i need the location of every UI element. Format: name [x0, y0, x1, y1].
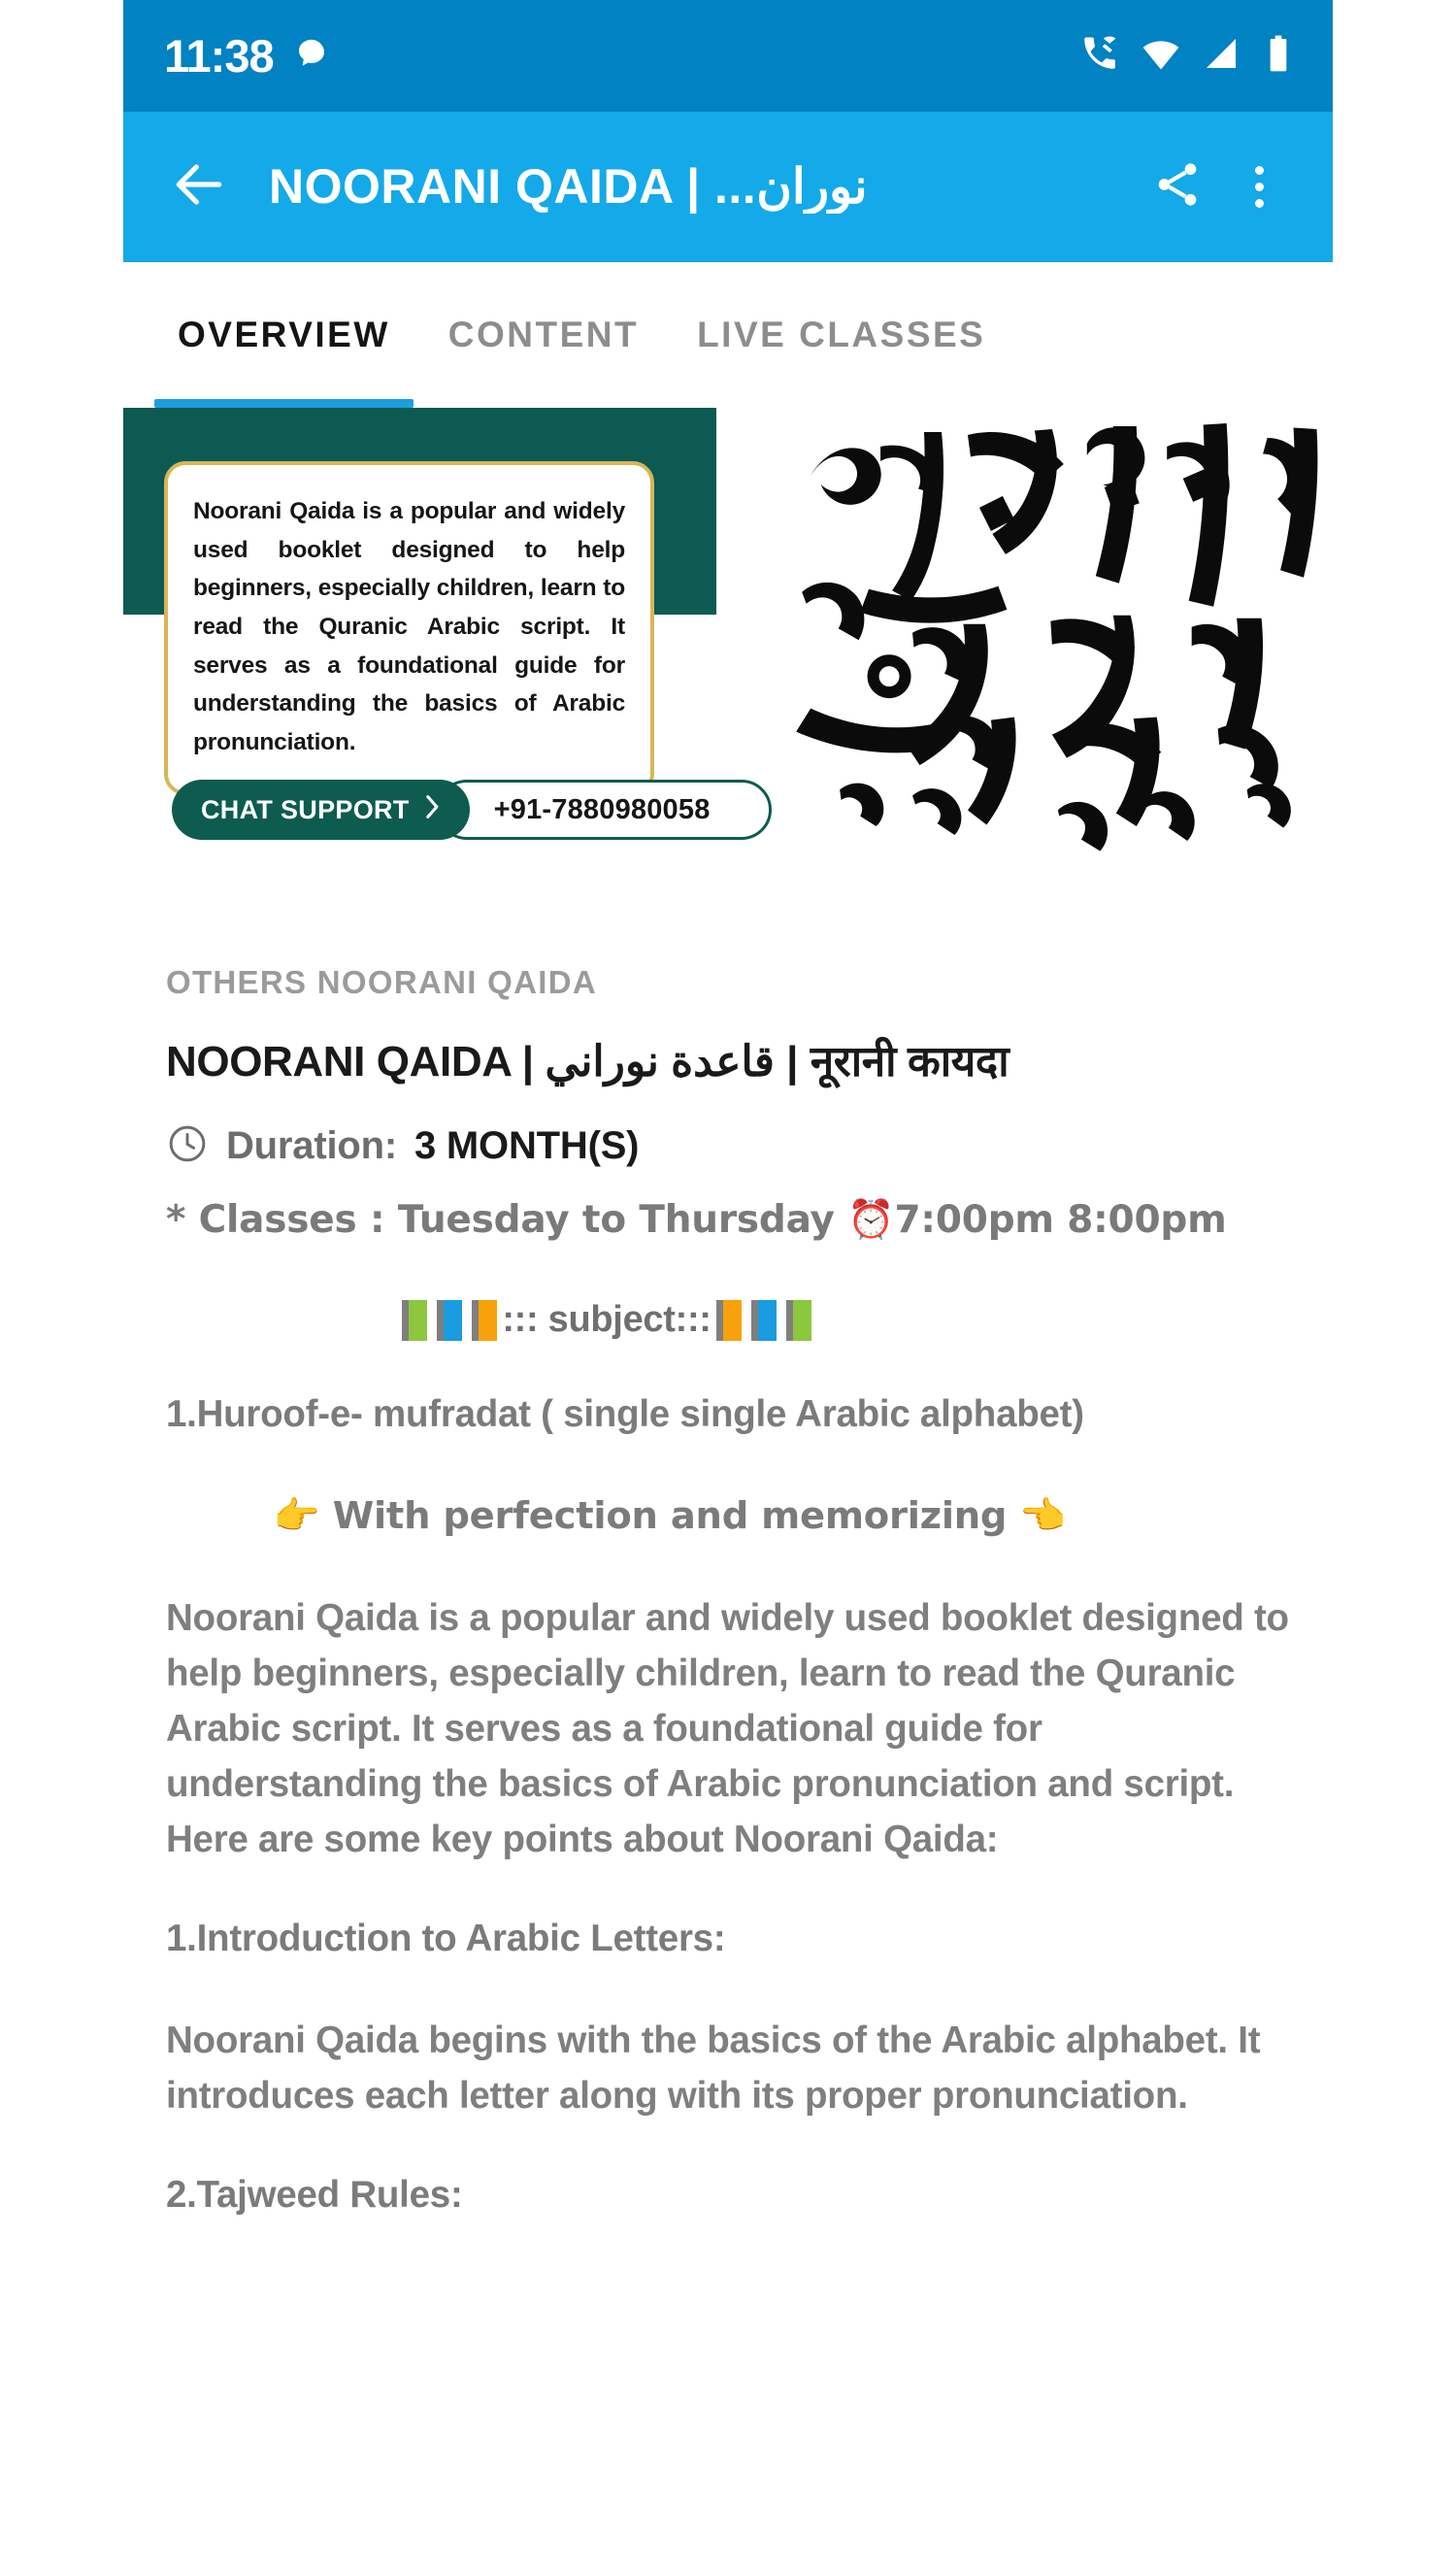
tab-overview-label: OVERVIEW: [178, 315, 390, 354]
back-button[interactable]: [152, 141, 246, 234]
tab-overview[interactable]: OVERVIEW: [149, 262, 419, 408]
course-title: NOORANI QAIDA | قاعدة نوراني | नूरानी का…: [166, 1038, 1009, 1085]
chat-support-button[interactable]: CHAT SUPPORT: [172, 780, 470, 840]
vowifi-call-icon: [1079, 33, 1120, 79]
course-duration: Duration: 3 MONTH(S): [166, 1122, 1290, 1170]
status-bar-clock: 11:38: [164, 30, 275, 82]
duration-label: Duration:: [226, 1123, 397, 1167]
status-bar: 11:38: [123, 0, 1333, 112]
clock-icon: [166, 1122, 209, 1170]
more-vertical-icon: [1254, 166, 1264, 208]
book-icon-blue: [437, 1299, 463, 1341]
book-icon-blue-2: [750, 1299, 777, 1341]
back-arrow-icon: [169, 154, 229, 219]
chat-support-row[interactable]: CHAT SUPPORT +91-7880980058: [172, 780, 772, 840]
class-schedule: * Classes : Tuesday to Thursday ⏰7:00pm …: [166, 1197, 1227, 1242]
chat-bubble-icon: [295, 37, 328, 75]
cellular-signal-icon: [1202, 34, 1241, 78]
status-bar-left: 11:38: [164, 33, 328, 79]
tab-content-label: CONTENT: [447, 315, 640, 354]
chevron-right-icon: [423, 794, 443, 826]
course-banner[interactable]: Noorani Qaida is a popular and widely us…: [123, 408, 1333, 908]
tab-live-classes[interactable]: LIVE CLASSES: [668, 262, 1014, 408]
status-bar-right: [1079, 33, 1296, 79]
section-2-heading: 2.Tajweed Rules:: [166, 2174, 463, 2217]
course-category: OTHERS NOORANI QAIDA: [166, 964, 598, 1000]
tab-bar: OVERVIEW CONTENT LIVE CLASSES: [123, 262, 1333, 408]
book-icon-green: [402, 1299, 428, 1341]
duration-value: 3 MONTH(S): [414, 1123, 640, 1167]
section-1-heading: 1.Introduction to Arabic Letters:: [166, 1918, 726, 1960]
book-icon-orange: [472, 1299, 498, 1341]
overview-content: OTHERS NOORANI QAIDA NOORANI QAIDA | قاع…: [123, 964, 1333, 2224]
chat-support-label: CHAT SUPPORT: [201, 794, 410, 824]
subject-heading-label: ::: subject:::: [502, 1299, 711, 1341]
tab-content[interactable]: CONTENT: [419, 262, 668, 408]
wifi-icon: [1141, 33, 1181, 79]
banner-description-text: Noorani Qaida is a popular and widely us…: [193, 498, 625, 756]
subject-heading-row: ::: subject:::: [166, 1299, 1290, 1341]
app-bar: NOORANI QAIDA | ...نوران: [123, 112, 1333, 262]
book-icon-orange-2: [715, 1299, 742, 1341]
section-1-body: Noorani Qaida begins with the basics of …: [166, 2020, 1261, 2118]
course-point-1: 1.Huroof-e- mufradat ( single single Ara…: [166, 1393, 1084, 1436]
banner-description-card: Noorani Qaida is a popular and widely us…: [164, 461, 654, 795]
chat-support-phone[interactable]: +91-7880980058: [436, 780, 772, 840]
tab-live-classes-label: LIVE CLASSES: [697, 315, 986, 354]
share-button[interactable]: [1137, 147, 1218, 228]
perfection-note: 👉 With perfection and memorizing 👈: [273, 1494, 1067, 1539]
page-title: NOORANI QAIDA | ...نوران: [269, 160, 868, 214]
banner-calligraphy-area: [715, 408, 1333, 908]
arabic-calligraphy-art: [796, 423, 1318, 851]
share-icon: [1151, 158, 1204, 216]
app-screen: 11:38 NOORANI QAIDA | ...نوران OVERVIEW …: [123, 0, 1333, 2571]
more-options-button[interactable]: [1218, 147, 1300, 228]
battery-icon: [1261, 34, 1296, 78]
book-icon-green-2: [785, 1299, 811, 1341]
course-description: Noorani Qaida is a popular and widely us…: [166, 1597, 1289, 1861]
